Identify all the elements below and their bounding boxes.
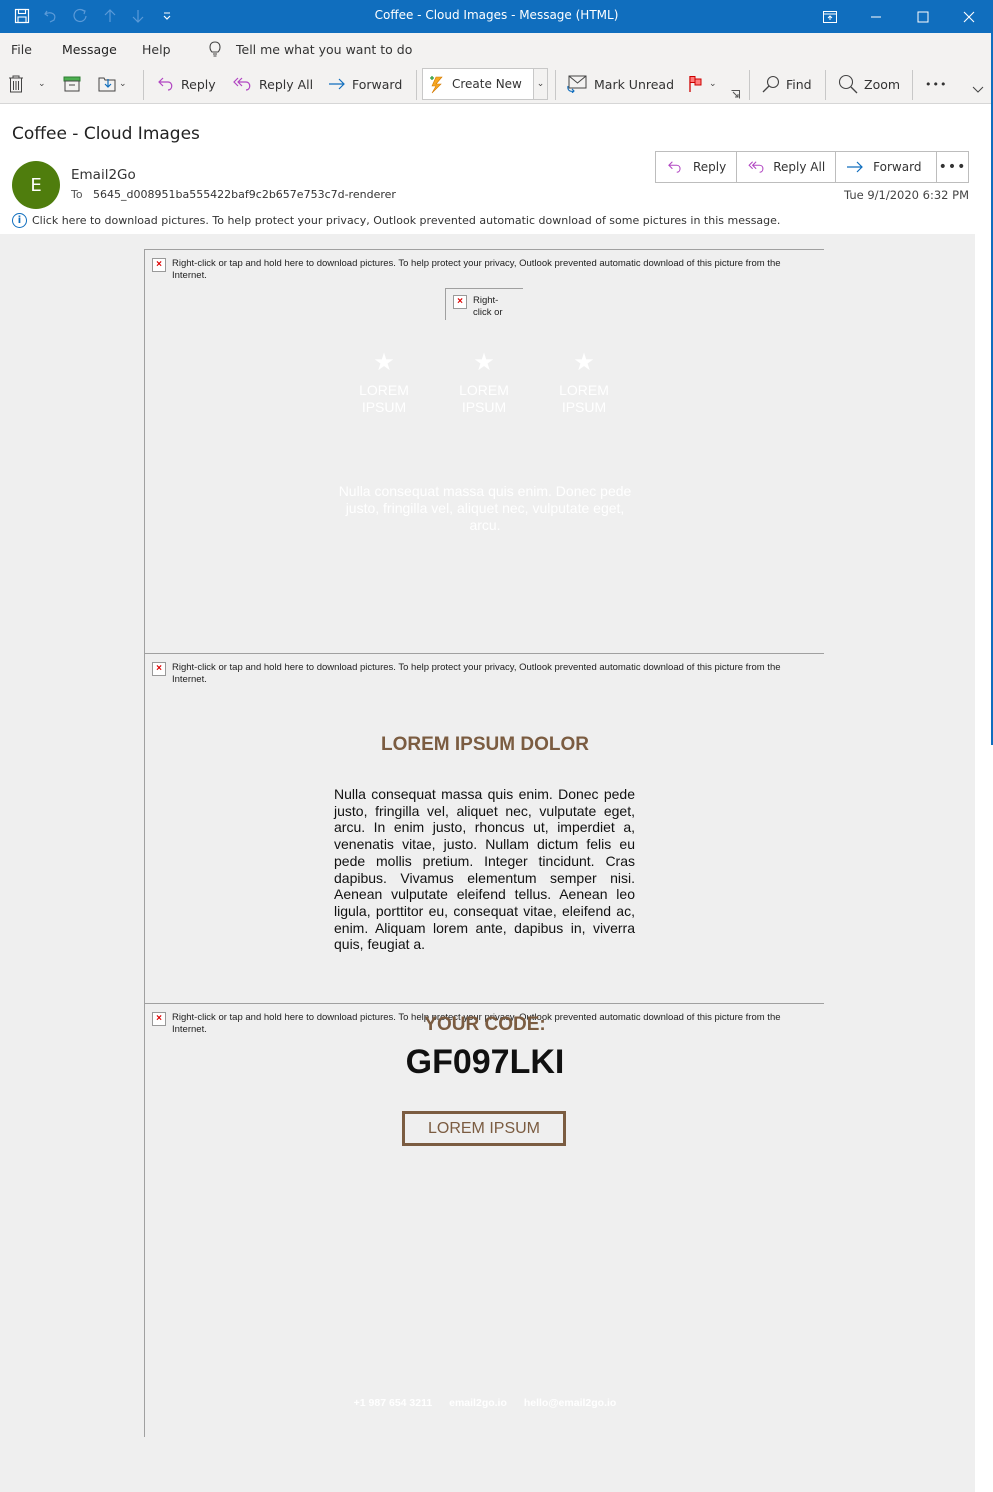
reply-icon <box>668 161 681 173</box>
lightbulb-icon <box>209 41 221 57</box>
message-date: Tue 9/1/2020 6:32 PM <box>844 188 969 202</box>
move-button[interactable]: ⌄ <box>98 66 127 102</box>
forward-button[interactable]: Forward <box>836 152 936 182</box>
message-subject: Coffee - Cloud Images <box>12 124 200 144</box>
sender-avatar[interactable]: E <box>12 161 60 209</box>
code-label: YOUR CODE: <box>424 1014 546 1035</box>
blocked-image-notice: × Right-click or <box>453 295 513 319</box>
quick-steps-lightning-icon <box>430 76 443 94</box>
to-label: To <box>71 188 83 201</box>
blocked-image-notice[interactable]: × Right-click or tap and hold here to do… <box>152 258 792 282</box>
footer-phone[interactable]: +1 987 654 3211 <box>354 1397 433 1409</box>
reply-all-icon <box>748 161 764 173</box>
footer-contacts: +1 987 654 3211 email2go.io hello@email2… <box>145 1397 825 1409</box>
blocked-logo-image[interactable]: × Right-click or <box>445 288 523 320</box>
collapse-ribbon-button[interactable] <box>972 82 984 98</box>
archive-button[interactable] <box>63 66 81 102</box>
trash-icon <box>9 75 23 93</box>
recipient[interactable]: 5645_d008951ba555422baf9c2b657e753c7d-re… <box>93 188 396 201</box>
flag-icon <box>689 76 702 92</box>
envelope-icon <box>567 75 587 93</box>
zoom-button[interactable]: Zoom <box>838 66 900 102</box>
reply-all-icon <box>233 77 251 91</box>
ribbon-separator <box>749 70 750 100</box>
more-actions-button[interactable]: ••• <box>936 151 969 183</box>
maximize-icon[interactable] <box>900 0 946 33</box>
reply-button[interactable]: Reply <box>656 152 738 182</box>
title-bar: Coffee - Cloud Images - Message (HTML) <box>0 0 993 33</box>
broken-image-icon: × <box>152 258 166 272</box>
star-icon: ★ <box>473 349 495 376</box>
broken-image-icon: × <box>152 662 166 676</box>
find-icon <box>762 75 780 93</box>
feature-item: ★ LOREM IPSUM <box>544 350 624 416</box>
find-button[interactable]: Find <box>762 66 812 102</box>
minimize-icon[interactable] <box>853 0 899 33</box>
dialog-launcher-icon <box>731 89 740 98</box>
star-icon: ★ <box>573 349 595 376</box>
delete-button[interactable] <box>8 66 24 102</box>
infobar-text: Click here to download pictures. To help… <box>32 214 781 227</box>
star-icon: ★ <box>373 349 395 376</box>
chevron-down-icon: ⌄ <box>536 79 545 89</box>
tell-me-search[interactable]: Tell me what you want to do <box>208 40 412 58</box>
ribbon-separator <box>555 70 556 100</box>
ribbon-reply-all-button[interactable]: Reply All <box>233 66 313 102</box>
tab-message-label: Message <box>62 42 117 57</box>
chevron-down-icon <box>972 86 984 93</box>
feature-item: ★ LOREM IPSUM <box>444 350 524 416</box>
chevron-down-icon: ⌄ <box>38 79 46 89</box>
ribbon-separator <box>825 70 826 100</box>
forward-arrow-icon <box>847 161 864 173</box>
blocked-image-header[interactable]: × Right-click or tap and hold here to do… <box>144 249 824 653</box>
message-actions: Reply Reply All Forward <box>655 151 938 183</box>
broken-image-icon: × <box>453 295 467 309</box>
ribbon-separator <box>143 70 144 100</box>
chevron-down-icon: ⌄ <box>709 79 717 89</box>
ribbon-toolbar: ⌄ ⌄ Reply Reply All Forward Create New ⌄ <box>0 66 993 104</box>
ribbon-separator <box>912 70 913 100</box>
zoom-magnifier-icon <box>838 74 858 94</box>
tab-help[interactable]: Help <box>142 42 171 57</box>
more-commands-button[interactable]: ••• <box>925 66 947 102</box>
forward-arrow-icon <box>329 78 345 90</box>
archive-icon <box>63 76 81 92</box>
section-heading: LOREM IPSUM DOLOR <box>381 734 589 755</box>
tab-file[interactable]: File <box>11 42 32 57</box>
blocked-image-content[interactable]: × Right-click or tap and hold here to do… <box>144 653 824 1003</box>
sender-name[interactable]: Email2Go <box>71 167 136 183</box>
quickstep-dropdown[interactable]: ⌄ <box>533 69 547 99</box>
feature-item: ★ LOREM IPSUM <box>344 350 424 416</box>
ribbon-forward-button[interactable]: Forward <box>328 66 402 102</box>
cta-button[interactable]: LOREM IPSUM <box>402 1111 566 1146</box>
chevron-down-icon: ⌄ <box>119 79 127 89</box>
info-icon: i <box>12 213 27 228</box>
footer-email[interactable]: hello@email2go.io <box>524 1397 617 1409</box>
download-pictures-infobar[interactable]: i Click here to download pictures. To he… <box>12 213 780 228</box>
footer-website[interactable]: email2go.io <box>449 1397 507 1409</box>
ribbon-reply-button[interactable]: Reply <box>157 66 216 102</box>
menu-bar: File Message Help Tell me what you want … <box>0 33 993 69</box>
ribbon-separator <box>416 70 417 100</box>
tab-message[interactable]: Message <box>62 42 117 69</box>
close-icon[interactable] <box>946 0 992 33</box>
blocked-image-notice[interactable]: × Right-click or tap and hold here to do… <box>152 662 792 686</box>
blocked-image-footer[interactable]: × Right-click or tap and hold here to do… <box>144 1003 824 1437</box>
ribbon-display-options-icon[interactable] <box>807 0 853 33</box>
delete-dropdown[interactable]: ⌄ <box>38 66 46 102</box>
mark-unread-button[interactable]: Mark Unread <box>566 66 674 102</box>
outlook-message-window: Coffee - Cloud Images - Message (HTML) F… <box>0 0 993 1492</box>
message-body: × Right-click or tap and hold here to do… <box>0 234 975 1492</box>
create-new-quickstep[interactable]: Create New ⌄ <box>422 68 548 100</box>
tell-me-text: Tell me what you want to do <box>236 41 413 57</box>
move-to-folder-icon <box>98 77 116 92</box>
tags-dialog-launcher[interactable] <box>731 88 740 100</box>
promo-code: GF097LKI <box>405 1043 565 1081</box>
reply-icon <box>158 77 173 91</box>
intro-text: Nulla consequat massa quis enim. Donec p… <box>338 483 632 533</box>
follow-up-flag-button[interactable]: ⌄ <box>688 66 717 102</box>
reply-all-button[interactable]: Reply All <box>737 152 837 182</box>
section-paragraph: Nulla consequat massa quis enim. Donec p… <box>334 786 635 953</box>
